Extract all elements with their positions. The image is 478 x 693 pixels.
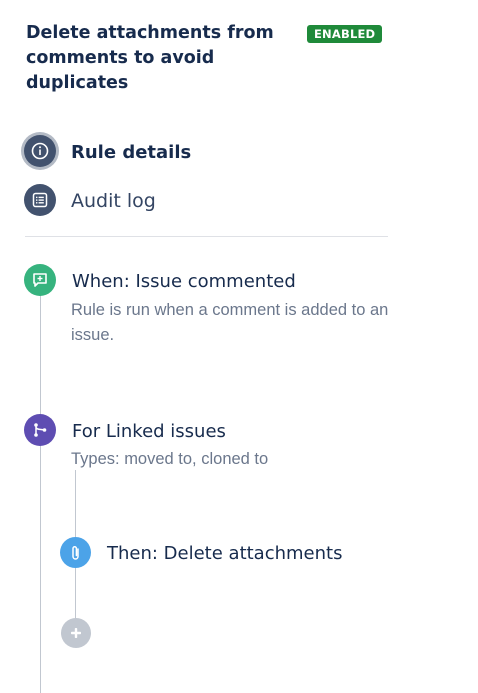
rule-title: Delete attachments from comments to avoi… bbox=[26, 23, 274, 93]
branch-description: Types: moved to, cloned to bbox=[71, 450, 269, 468]
action-step[interactable]: Then: Delete attachments bbox=[60, 537, 390, 571]
list-icon bbox=[24, 184, 56, 216]
nav-rule-details-label: Rule details bbox=[71, 142, 192, 163]
action-title: Then: Delete attachments bbox=[107, 543, 343, 564]
branch-icon bbox=[24, 414, 56, 446]
branch-flow-line-top bbox=[75, 470, 76, 540]
main-flow-line bbox=[40, 295, 41, 693]
add-component-button[interactable] bbox=[61, 618, 91, 648]
plus-icon bbox=[71, 628, 81, 638]
comment-icon bbox=[24, 264, 56, 296]
nav-audit-log[interactable]: Audit log bbox=[24, 184, 324, 218]
branch-step[interactable]: For Linked issues Types: moved to, clone… bbox=[24, 414, 394, 474]
nav-audit-log-label: Audit log bbox=[71, 190, 156, 212]
nav-rule-details[interactable]: Rule details bbox=[24, 135, 324, 169]
branch-title: For Linked issues bbox=[72, 421, 226, 442]
status-badge: ENABLED bbox=[307, 25, 383, 43]
branch-flow-line-bottom bbox=[75, 568, 76, 620]
info-icon bbox=[24, 135, 56, 167]
paperclip-icon bbox=[60, 537, 91, 568]
trigger-description: Rule is run when a comment is added to a… bbox=[71, 301, 389, 344]
trigger-title: When: Issue commented bbox=[72, 271, 296, 292]
trigger-step[interactable]: When: Issue commented Rule is run when a… bbox=[24, 264, 394, 354]
divider bbox=[25, 236, 388, 237]
